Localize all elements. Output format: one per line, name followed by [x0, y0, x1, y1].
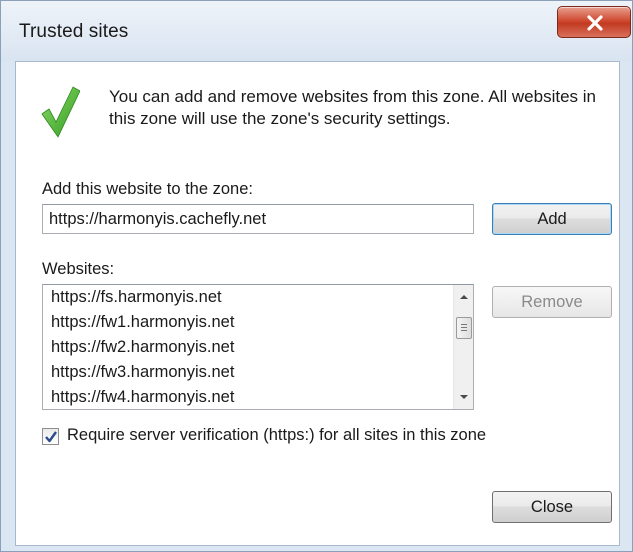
scroll-down-arrow[interactable] [454, 387, 473, 407]
window-close-button[interactable] [557, 6, 631, 38]
website-url-input[interactable] [42, 204, 474, 234]
require-https-checkbox[interactable] [42, 428, 59, 445]
checkbox-check-icon [45, 431, 57, 443]
vertical-scrollbar[interactable] [453, 285, 473, 409]
close-icon [587, 15, 603, 31]
background-window-blur [121, 25, 551, 47]
scrollbar-thumb[interactable] [456, 317, 472, 339]
remove-button[interactable]: Remove [492, 286, 612, 318]
thumb-grip [461, 330, 467, 331]
add-website-label: Add this website to the zone: [42, 180, 253, 198]
chevron-up-icon [460, 295, 468, 299]
dialog-body: You can add and remove websites from thi… [15, 61, 620, 546]
thumb-grip [461, 327, 467, 328]
list-item[interactable]: https://fw3.harmonyis.net [43, 360, 453, 385]
list-item[interactable]: https://fs.harmonyis.net [43, 285, 453, 310]
websites-label: Websites: [42, 260, 115, 278]
add-button[interactable]: Add [492, 203, 612, 235]
checkmark-icon [41, 86, 80, 138]
zone-info-text: You can add and remove websites from thi… [109, 87, 596, 128]
require-https-label: Require server verification (https:) for… [67, 426, 487, 444]
websites-list: https://fs.harmonyis.net https://fw1.har… [43, 285, 453, 409]
trusted-sites-dialog: Trusted sites You can add and remove web… [0, 0, 633, 552]
list-item[interactable]: https://fw1.harmonyis.net [43, 310, 453, 335]
chevron-down-icon [460, 395, 468, 399]
list-item[interactable]: https://fw2.harmonyis.net [43, 335, 453, 360]
thumb-grip [461, 324, 467, 325]
title-bar[interactable]: Trusted sites [1, 1, 632, 61]
list-item[interactable]: https://fw4.harmonyis.net [43, 385, 453, 409]
window-title: Trusted sites [19, 21, 129, 42]
close-button[interactable]: Close [492, 491, 612, 523]
scroll-up-arrow[interactable] [454, 287, 473, 307]
websites-listbox[interactable]: https://fs.harmonyis.net https://fw1.har… [42, 284, 474, 410]
